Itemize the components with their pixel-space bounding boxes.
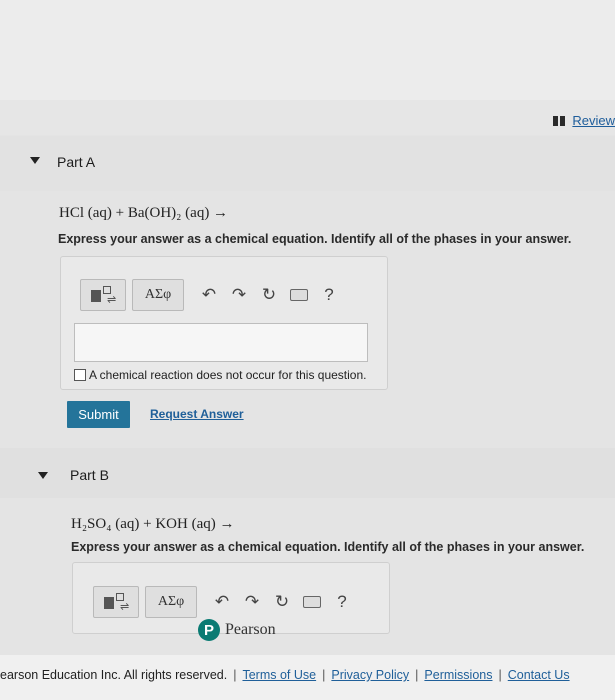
math-toolbar-b: ⇌ ΑΣφ ↶ ↷ ↻ ? — [93, 586, 357, 618]
submit-button[interactable]: Submit — [67, 401, 130, 428]
review-icon — [553, 115, 566, 126]
part-a-equation: HCl (aq) + Ba(OH)₂ (aq) → — [59, 205, 229, 221]
part-b-instruction: Express your answer as a chemical equati… — [71, 540, 585, 554]
contact-link[interactable]: Contact Us — [508, 668, 570, 682]
pearson-logo-icon: P — [198, 619, 220, 641]
reset-icon[interactable]: ↻ — [254, 280, 284, 310]
part-b-title: Part B — [70, 467, 109, 483]
reset-icon[interactable]: ↻ — [267, 587, 297, 617]
footer-links: earson Education Inc. All rights reserve… — [0, 668, 570, 682]
keyboard-icon[interactable] — [297, 587, 327, 617]
privacy-link[interactable]: Privacy Policy — [331, 668, 409, 682]
collapse-caret-icon[interactable] — [38, 472, 48, 479]
help-icon[interactable]: ? — [314, 280, 344, 310]
templates-button[interactable]: ⇌ — [93, 586, 139, 618]
keyboard-icon[interactable] — [284, 280, 314, 310]
collapse-caret-icon[interactable] — [30, 157, 40, 164]
templates-button[interactable]: ⇌ — [80, 279, 126, 311]
no-reaction-checkbox[interactable] — [74, 369, 86, 381]
request-answer-link[interactable]: Request Answer — [150, 407, 244, 421]
help-icon[interactable]: ? — [327, 587, 357, 617]
redo-icon[interactable]: ↷ — [237, 587, 267, 617]
greek-symbols-button[interactable]: ΑΣφ — [132, 279, 184, 311]
redo-icon[interactable]: ↷ — [224, 280, 254, 310]
answer-input[interactable] — [74, 323, 368, 362]
part-a-instruction: Express your answer as a chemical equati… — [58, 232, 572, 246]
greek-symbols-button[interactable]: ΑΣφ — [145, 586, 197, 618]
math-toolbar: ⇌ ΑΣφ ↶ ↷ ↻ ? — [80, 279, 344, 311]
part-b-equation: H₂SO₄ (aq) + KOH (aq) → — [71, 516, 235, 532]
pearson-brand: P Pearson — [198, 619, 276, 641]
undo-icon[interactable]: ↶ — [194, 280, 224, 310]
no-reaction-option[interactable]: A chemical reaction does not occur for t… — [74, 368, 366, 382]
permissions-link[interactable]: Permissions — [424, 668, 492, 682]
review-link[interactable]: Review — [553, 113, 615, 128]
terms-link[interactable]: Terms of Use — [242, 668, 316, 682]
part-a-title: Part A — [57, 154, 96, 170]
review-label[interactable]: Review — [572, 113, 615, 128]
header-band — [0, 100, 615, 135]
copyright-text: earson Education Inc. All rights reserve… — [0, 668, 228, 682]
undo-icon[interactable]: ↶ — [207, 587, 237, 617]
top-band — [0, 0, 615, 100]
pearson-name: Pearson — [225, 621, 276, 638]
no-reaction-label: A chemical reaction does not occur for t… — [89, 368, 367, 382]
